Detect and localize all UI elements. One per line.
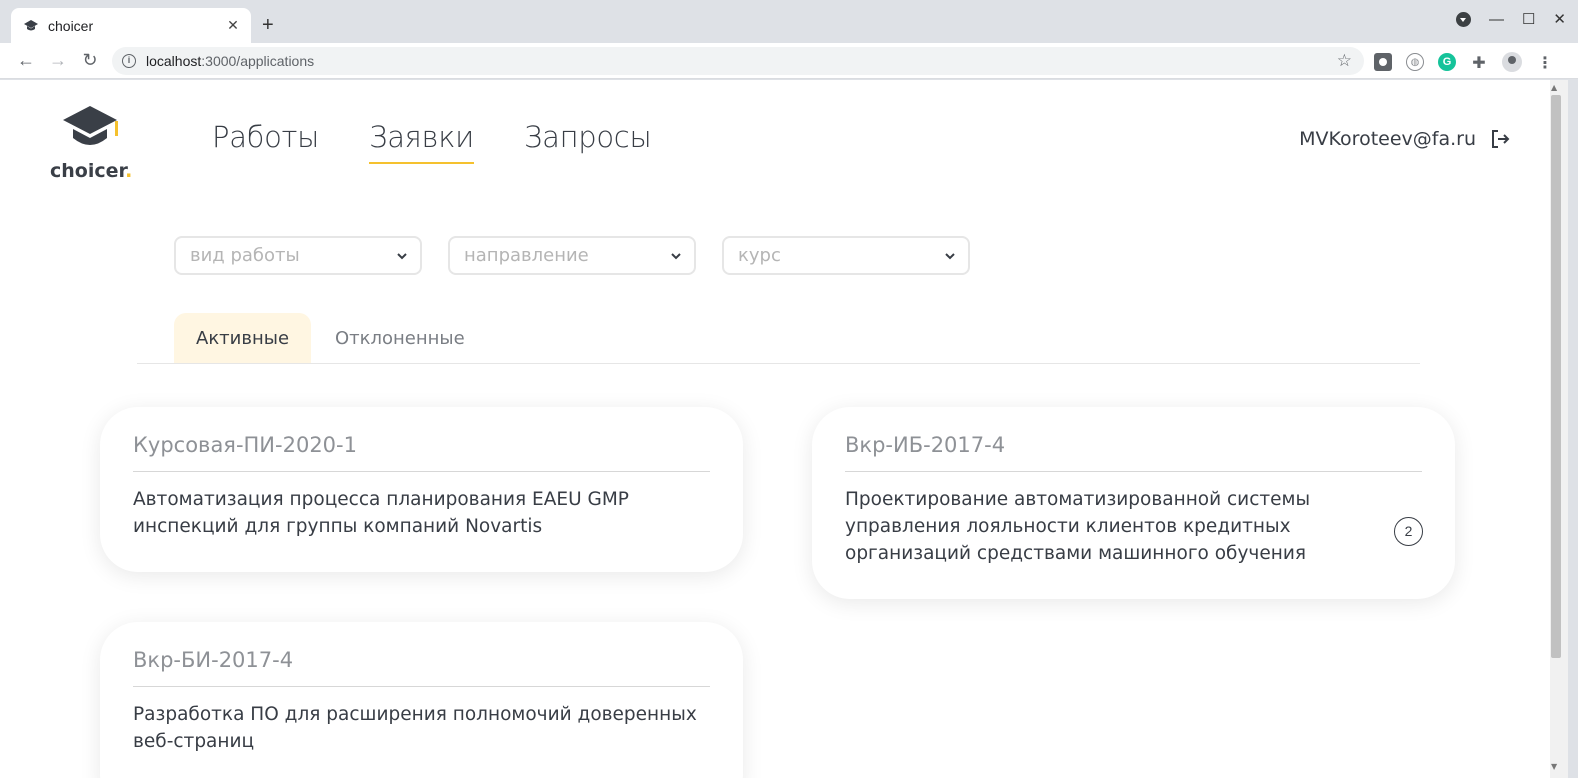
card-code: Курсовая-ПИ-2020-1 xyxy=(133,433,710,472)
main-nav: Работы Заявки Запросы xyxy=(212,120,652,164)
bookmark-star-icon[interactable]: ☆ xyxy=(1337,51,1352,71)
count-badge: 2 xyxy=(1394,517,1423,546)
card-code: Вкр-БИ-2017-4 xyxy=(133,648,710,687)
back-icon[interactable]: ← xyxy=(10,50,42,71)
graduation-cap-icon xyxy=(63,106,118,145)
extensions-area: ◍ G ✚ ⋮ xyxy=(1374,52,1554,72)
profile-avatar-icon[interactable] xyxy=(1502,52,1522,72)
browser-menu-icon[interactable]: ⋮ xyxy=(1536,53,1554,72)
scroll-down-icon[interactable]: ▼ xyxy=(1551,762,1557,771)
window-frame xyxy=(1568,80,1578,778)
card-title: Разработка ПО для расширения полномочий … xyxy=(133,701,710,755)
logout-icon[interactable] xyxy=(1490,129,1510,149)
graduation-cap-icon xyxy=(24,19,38,33)
card-title-line: организаций средствами машинного обучени… xyxy=(845,543,1306,564)
card-code: Вкр-ИБ-2017-4 xyxy=(845,433,1422,472)
scroll-up-icon[interactable]: ▲ xyxy=(1551,83,1557,92)
chevron-down-icon xyxy=(671,252,681,259)
course-select[interactable]: курс xyxy=(722,236,970,275)
user-area: MVKoroteev@fa.ru xyxy=(1299,128,1510,150)
application-card[interactable]: Вкр-ИБ-2017-4 Проектирование автоматизир… xyxy=(812,407,1455,599)
tab-title: choicer xyxy=(48,17,94,34)
forward-icon[interactable]: → xyxy=(42,50,74,71)
close-window-icon[interactable]: ✕ xyxy=(1553,10,1566,28)
work-type-select[interactable]: вид работы xyxy=(174,236,422,275)
select-placeholder: вид работы xyxy=(190,245,300,266)
logo[interactable]: choicer. xyxy=(50,102,133,182)
reload-icon[interactable]: ↻ xyxy=(74,50,106,71)
card-title-line: Автоматизация процесса планирования EAEU… xyxy=(133,489,629,510)
user-email: MVKoroteev@fa.ru xyxy=(1299,128,1476,150)
puzzle-icon[interactable]: ✚ xyxy=(1470,53,1488,72)
scroll-thumb[interactable] xyxy=(1551,95,1561,658)
tab-active[interactable]: Активные xyxy=(174,313,312,363)
tab-search-icon[interactable] xyxy=(1455,11,1471,27)
url-path: :3000/applications xyxy=(201,53,315,69)
application-card[interactable]: Курсовая-ПИ-2020-1 Автоматизация процесс… xyxy=(100,407,743,572)
card-title-line: Проектирование автоматизированной систем… xyxy=(845,489,1311,510)
nav-requests[interactable]: Запросы xyxy=(524,120,652,164)
window-controls: — ☐ ✕ xyxy=(1455,10,1566,28)
application-card[interactable]: Вкр-БИ-2017-4 Разработка ПО для расширен… xyxy=(100,622,743,778)
site-info-icon[interactable]: i xyxy=(122,54,136,68)
browser-toolbar: ← → ↻ i localhost:3000/applications ☆ ◍ … xyxy=(0,43,1578,79)
tab-rejected[interactable]: Отклоненные xyxy=(313,313,487,363)
card-title-line: управления лояльности клиентов кредитных xyxy=(845,516,1291,537)
filters: вид работы направление курс xyxy=(174,236,970,275)
status-tabs: Активные Отклоненные xyxy=(137,313,1420,364)
url-host: localhost xyxy=(146,53,202,69)
minimize-icon[interactable]: — xyxy=(1489,11,1504,28)
logo-dot: . xyxy=(125,160,133,182)
browser-tabstrip: choicer ✕ + — ☐ ✕ xyxy=(0,0,1578,43)
card-title-line: Разработка ПО для расширения полномочий … xyxy=(133,704,697,725)
extension-icon[interactable] xyxy=(1374,53,1392,71)
card-title: Проектирование автоматизированной систем… xyxy=(845,486,1422,567)
nav-applications[interactable]: Заявки xyxy=(369,120,474,164)
select-placeholder: курс xyxy=(738,245,781,266)
globe-extension-icon[interactable]: ◍ xyxy=(1406,53,1424,71)
new-tab-button[interactable]: + xyxy=(262,14,274,37)
logo-text: choicer. xyxy=(50,160,133,182)
browser-tab[interactable]: choicer ✕ xyxy=(11,8,251,43)
direction-select[interactable]: направление xyxy=(448,236,696,275)
chevron-down-icon xyxy=(397,252,407,259)
card-title: Автоматизация процесса планирования EAEU… xyxy=(133,486,710,540)
select-placeholder: направление xyxy=(464,245,589,266)
nav-works[interactable]: Работы xyxy=(212,120,319,164)
tab-close-icon[interactable]: ✕ xyxy=(225,18,241,34)
logo-wordmark: choicer xyxy=(50,160,126,182)
chevron-down-icon xyxy=(945,252,955,259)
grammarly-icon[interactable]: G xyxy=(1438,53,1456,71)
maximize-icon[interactable]: ☐ xyxy=(1522,10,1535,28)
address-bar[interactable]: i localhost:3000/applications ☆ xyxy=(112,47,1364,75)
page: choicer. Работы Заявки Запросы MVKorotee… xyxy=(0,80,1550,778)
card-title-line: инспекций для группы компаний Novartis xyxy=(133,516,543,537)
card-title-line: веб-страниц xyxy=(133,731,255,752)
